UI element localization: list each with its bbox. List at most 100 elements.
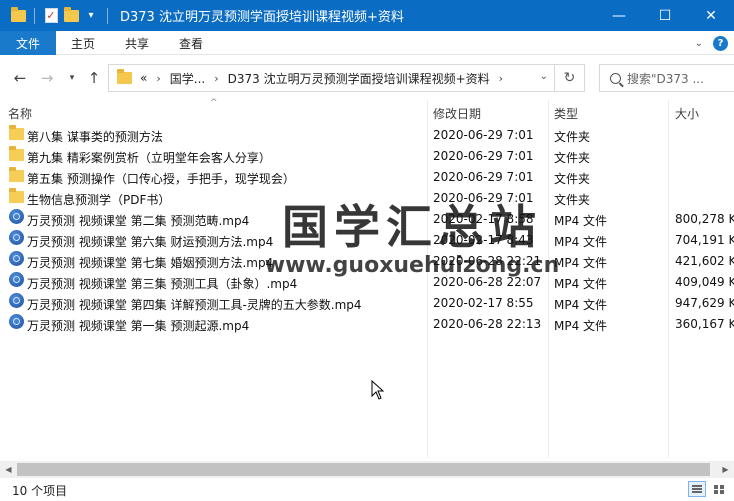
folder-icon bbox=[9, 125, 24, 140]
file-date: 2020-02-17 8:55 bbox=[433, 296, 534, 310]
file-date: 2020-06-29 7:01 bbox=[433, 191, 534, 205]
minimize-icon: — bbox=[612, 7, 626, 24]
details-view-button[interactable] bbox=[688, 481, 706, 497]
navigation-bar: ← → ▾ ↑ « › 国学... › D373 沈立明万灵预测学面授培训课程视… bbox=[0, 56, 734, 100]
scroll-right-icon[interactable]: ▶ bbox=[717, 461, 734, 478]
file-name: 万灵预测 视频课堂 第一集 预测起源.mp4 bbox=[27, 319, 250, 333]
file-name: 第五集 预测操作（口传心授，手把手，现学现会） bbox=[27, 172, 295, 186]
address-bar[interactable]: « › 国学... › D373 沈立明万灵预测学面授培训课程视频+资料 › ⌄… bbox=[108, 64, 585, 92]
media-file-icon bbox=[9, 293, 24, 308]
column-header-date[interactable]: 修改日期 bbox=[433, 105, 481, 122]
ribbon: 文件 主页 共享 查看 ⌄ ? bbox=[0, 31, 734, 55]
column-header-type[interactable]: 类型 bbox=[554, 105, 578, 122]
recent-locations-button[interactable]: ▾ bbox=[62, 68, 82, 88]
properties-icon[interactable]: ✓ bbox=[41, 5, 61, 27]
column-header: ^ 名称 修改日期 类型 大小 bbox=[0, 98, 734, 458]
file-name: 第八集 谋事类的预测方法 bbox=[27, 130, 163, 144]
quick-access-toolbar: ✓ ▾ bbox=[0, 0, 114, 31]
file-size: 947,629 K bbox=[675, 296, 734, 310]
file-name: 万灵预测 视频课堂 第六集 财运预测方法.mp4 bbox=[27, 235, 274, 249]
folder-icon bbox=[117, 69, 132, 84]
breadcrumb-item[interactable]: D373 沈立明万灵预测学面授培训课程视频+资料 bbox=[228, 70, 490, 87]
folder-icon bbox=[9, 167, 24, 182]
search-input[interactable]: 搜索"D373 ... bbox=[627, 70, 704, 87]
file-row[interactable]: 万灵预测 视频课堂 第二集 预测范畴.mp4 2020-02-17 8:58 M… bbox=[0, 208, 734, 229]
file-size: 421,602 K bbox=[675, 254, 734, 268]
file-row[interactable]: 万灵预测 视频课堂 第六集 财运预测方法.mp4 2020-02-17 8:43… bbox=[0, 229, 734, 250]
refresh-button[interactable]: ↻ bbox=[554, 65, 584, 91]
media-file-icon bbox=[9, 251, 24, 266]
file-size: 360,167 K bbox=[675, 317, 734, 331]
file-type: 文件夹 bbox=[554, 172, 591, 186]
status-bar: 10 个项目 bbox=[0, 478, 734, 501]
chevron-right-icon[interactable]: › bbox=[499, 72, 503, 85]
customize-toolbar-icon[interactable]: ▾ bbox=[81, 5, 101, 27]
folder-icon bbox=[9, 146, 24, 161]
file-type: MP4 文件 bbox=[554, 256, 608, 270]
breadcrumb-overflow[interactable]: « bbox=[140, 71, 147, 85]
horizontal-scrollbar[interactable]: ◀ ▶ bbox=[0, 461, 734, 478]
tab-share[interactable]: 共享 bbox=[110, 31, 164, 55]
breadcrumb-item[interactable]: 国学... bbox=[170, 70, 205, 87]
media-file-icon bbox=[9, 230, 24, 245]
tab-view[interactable]: 查看 bbox=[164, 31, 218, 55]
file-row[interactable]: 万灵预测 视频课堂 第七集 婚姻预测方法.mp4 2020-06-28 22:2… bbox=[0, 250, 734, 271]
title-bar: ✓ ▾ D373 沈立明万灵预测学面授培训课程视频+资料 — ☐ ✕ bbox=[0, 0, 734, 31]
file-type: MP4 文件 bbox=[554, 235, 608, 249]
help-icon[interactable]: ? bbox=[713, 35, 728, 51]
file-row[interactable]: 生物信息预测学（PDF书） 2020-06-29 7:01 文件夹 bbox=[0, 187, 734, 208]
file-date: 2020-06-28 22:07 bbox=[433, 275, 542, 289]
window-title: D373 沈立明万灵预测学面授培训课程视频+资料 bbox=[120, 10, 404, 25]
arrow-right-icon: → bbox=[40, 69, 54, 87]
arrow-up-icon: ↑ bbox=[87, 69, 101, 87]
toolbar-separator bbox=[34, 7, 35, 24]
file-date: 2020-02-17 8:58 bbox=[433, 212, 534, 226]
close-button[interactable]: ✕ bbox=[688, 0, 734, 31]
tab-home[interactable]: 主页 bbox=[56, 31, 110, 55]
file-row[interactable]: 万灵预测 视频课堂 第一集 预测起源.mp4 2020-06-28 22:13 … bbox=[0, 313, 734, 334]
new-folder-icon[interactable] bbox=[61, 5, 81, 27]
large-icons-view-button[interactable] bbox=[710, 481, 728, 497]
file-row[interactable]: 第九集 精彩案例赏析（立明堂年会客人分享） 2020-06-29 7:01 文件… bbox=[0, 145, 734, 166]
file-type: MP4 文件 bbox=[554, 319, 608, 333]
folder-icon bbox=[8, 5, 28, 27]
maximize-button[interactable]: ☐ bbox=[642, 0, 688, 31]
address-dropdown-icon[interactable]: ⌄ bbox=[540, 71, 548, 82]
file-type: 文件夹 bbox=[554, 130, 591, 144]
chevron-down-icon: ▾ bbox=[69, 73, 75, 83]
file-name: 第九集 精彩案例赏析（立明堂年会客人分享） bbox=[27, 151, 271, 165]
file-date: 2020-06-29 7:01 bbox=[433, 128, 534, 142]
file-date: 2020-06-28 22:21 bbox=[433, 254, 542, 268]
file-list: 第八集 谋事类的预测方法 2020-06-29 7:01 文件夹 第九集 精彩案… bbox=[0, 124, 734, 334]
file-row[interactable]: 第五集 预测操作（口传心授，手把手，现学现会） 2020-06-29 7:01 … bbox=[0, 166, 734, 187]
expand-ribbon-icon[interactable]: ⌄ bbox=[695, 38, 703, 49]
details-view-icon bbox=[692, 485, 702, 493]
search-box[interactable]: 搜索"D373 ... bbox=[599, 64, 734, 92]
file-size: 800,278 K bbox=[675, 212, 734, 226]
large-icons-view-icon bbox=[714, 485, 724, 494]
folder-icon bbox=[9, 188, 24, 203]
file-size: 409,049 K bbox=[675, 275, 734, 289]
scrollbar-thumb[interactable] bbox=[17, 463, 710, 476]
file-row[interactable]: 第八集 谋事类的预测方法 2020-06-29 7:01 文件夹 bbox=[0, 124, 734, 145]
back-button[interactable]: ← bbox=[10, 68, 30, 88]
media-file-icon bbox=[9, 272, 24, 287]
file-name: 万灵预测 视频课堂 第二集 预测范畴.mp4 bbox=[27, 214, 250, 228]
item-count: 10 个项目 bbox=[12, 484, 68, 498]
file-row[interactable]: 万灵预测 视频课堂 第四集 详解预测工具-灵牌的五大参数.mp4 2020-02… bbox=[0, 292, 734, 313]
file-type: 文件夹 bbox=[554, 193, 591, 207]
maximize-icon: ☐ bbox=[658, 7, 672, 24]
up-button[interactable]: ↑ bbox=[84, 68, 104, 88]
file-name: 万灵预测 视频课堂 第七集 婚姻预测方法.mp4 bbox=[27, 256, 274, 270]
close-icon: ✕ bbox=[705, 7, 717, 24]
file-row[interactable]: 万灵预测 视频课堂 第三集 预测工具（卦象）.mp4 2020-06-28 22… bbox=[0, 271, 734, 292]
forward-button[interactable]: → bbox=[37, 68, 57, 88]
search-icon bbox=[610, 72, 621, 84]
file-name: 生物信息预测学（PDF书） bbox=[27, 193, 171, 207]
column-header-name[interactable]: 名称 bbox=[8, 105, 32, 122]
minimize-button[interactable]: — bbox=[596, 0, 642, 31]
column-header-size[interactable]: 大小 bbox=[675, 105, 699, 122]
scroll-left-icon[interactable]: ◀ bbox=[0, 461, 17, 478]
file-date: 2020-06-28 22:13 bbox=[433, 317, 542, 331]
tab-file[interactable]: 文件 bbox=[0, 31, 56, 55]
